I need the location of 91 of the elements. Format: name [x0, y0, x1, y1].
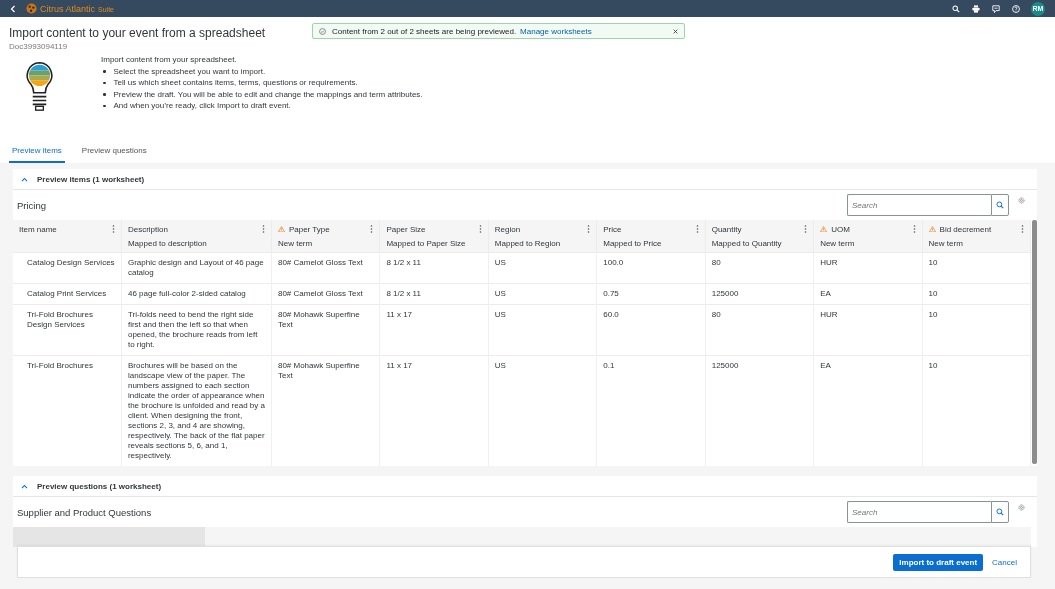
table-cell: 8 1/2 x 11 — [386, 289, 421, 298]
table-cell: 125000 — [711, 289, 739, 298]
intro-heading: Import content from your spreadsheet. — [101, 54, 238, 66]
collapse-icon[interactable] — [21, 483, 28, 489]
table-cell: 0.1 — [603, 361, 615, 370]
table-cell: 11 x 17 — [386, 310, 413, 319]
column-header[interactable]: Paper Type New term — [271, 220, 380, 253]
table-cell: US — [494, 289, 506, 298]
table-cell: 80 — [711, 310, 721, 319]
table-cell: Brochures will be based on the landscape view of the paper. The numbers assigned to each section indicate the order of appearance when the brochure is unfolded and read by a client. When designing the front, sections 2, 3, and 4 are showing, respectively. The back of the flat paper reveals sections 5, 6, and 1, respectively. — [127, 361, 265, 460]
table-cell: Tri-Fold Brochures Design Services — [27, 310, 93, 329]
table-title: Supplier and Product Questions — [17, 506, 153, 518]
table-cell: 0.75 — [603, 289, 619, 298]
column-header[interactable]: Item name — [13, 220, 122, 253]
table-cell: 125000 — [711, 361, 739, 370]
table-cell: Catalog Print Services — [27, 289, 107, 298]
close-icon[interactable] — [673, 28, 678, 34]
table-cell: 100.0 — [603, 258, 624, 267]
table-cell: US — [494, 310, 506, 319]
section-heading: Preview items (1 worksheet) — [37, 174, 145, 184]
table-cell: 10 — [928, 310, 938, 319]
column-header[interactable]: Quantity Mapped to Quantity — [705, 220, 814, 253]
table-cell: EA — [820, 361, 831, 370]
instruction-item: Tell us which sheet contains items, terms, questions or requirements. — [101, 77, 423, 89]
more-icon[interactable] — [1021, 225, 1024, 233]
more-icon[interactable] — [695, 225, 699, 233]
scrollbar[interactable] — [1032, 220, 1037, 464]
table-cell: 8 1/2 x 11 — [386, 258, 421, 267]
printer-icon[interactable] — [972, 4, 980, 13]
collapse-icon[interactable] — [21, 176, 28, 182]
column-header[interactable]: UOM New term — [813, 220, 923, 253]
page-title: Import content to your event from a spreadsheet — [9, 26, 266, 40]
column-header[interactable]: Paper Size Mapped to Paper Size — [379, 220, 489, 253]
document-id: Doc3993094119 — [9, 42, 68, 51]
lightbulb-icon — [25, 60, 54, 112]
table-cell: 80# Mohawk Superfine Text — [277, 361, 360, 380]
table-cell: US — [494, 361, 506, 370]
more-icon[interactable] — [370, 225, 374, 233]
table-cell: HUR — [820, 258, 838, 267]
search-icon[interactable] — [996, 508, 1004, 516]
table-cell: 80# Camelot Gloss Text — [277, 289, 363, 298]
chat-icon[interactable] — [992, 4, 1000, 13]
search-field[interactable]: Search — [847, 194, 991, 216]
help-icon[interactable] — [1012, 4, 1020, 13]
table-cell: Tri-folds need to bend the right side first and then the left so that when opened, the brochure reads from left to right. — [127, 310, 258, 349]
more-icon[interactable] — [111, 225, 115, 233]
search-button[interactable] — [991, 194, 1009, 216]
settings-icon[interactable] — [1018, 504, 1025, 511]
import-button[interactable]: Import to draft event — [893, 553, 984, 571]
table-cell: 46 page full-color 2-sided catalog — [127, 289, 246, 298]
table-cell: Graphic design and Layout of 46 page catalog — [127, 258, 264, 277]
tab[interactable]: Preview questions — [78, 143, 150, 163]
logo-icon — [26, 3, 37, 14]
table-cell: HUR — [820, 310, 838, 319]
more-icon[interactable] — [587, 225, 591, 233]
table-cell: 10 — [928, 361, 938, 370]
toast-text: Content from 2 out of 2 sheets are being previewed. — [332, 26, 517, 36]
more-icon[interactable] — [478, 225, 482, 233]
table-cell: Catalog Design Services — [27, 258, 115, 267]
manage-worksheets-link[interactable]: Manage worksheets — [520, 26, 592, 36]
brand-name: Citrus Atlantic — [40, 3, 96, 14]
back-icon[interactable] — [10, 4, 16, 13]
instruction-item: Select the spreadsheet you want to import. — [101, 65, 423, 77]
column-header[interactable]: Price Mapped to Price — [596, 220, 706, 253]
table-cell: 80# Camelot Gloss Text — [277, 258, 363, 267]
table-cell: Tri-Fold Brochures — [27, 361, 93, 370]
instruction-item: Preview the draft. You will be able to edit and change the mappings and term attributes. — [101, 88, 423, 100]
table-cell: 80 — [711, 258, 721, 267]
search-icon[interactable] — [996, 201, 1004, 209]
search-button[interactable] — [991, 501, 1009, 523]
search-icon[interactable] — [952, 4, 960, 13]
table-cell: US — [494, 258, 506, 267]
table-title: Pricing — [17, 199, 48, 211]
more-icon[interactable] — [261, 225, 265, 233]
table-cell: 80# Mohawk Superfine Text — [277, 310, 360, 329]
settings-icon[interactable] — [1018, 197, 1025, 204]
table-cell: EA — [820, 289, 831, 298]
cancel-button[interactable]: Cancel — [986, 556, 1023, 568]
search-field[interactable]: Search — [847, 501, 991, 523]
column-header[interactable]: Description Mapped to description — [121, 220, 272, 253]
table-cell: 10 — [928, 289, 938, 298]
more-icon[interactable] — [804, 225, 808, 233]
table-cell: 10 — [928, 258, 938, 267]
section-heading: Preview questions (1 worksheet) — [37, 481, 162, 491]
column-header[interactable]: Region Mapped to Region — [488, 220, 597, 253]
more-icon[interactable] — [912, 225, 916, 233]
table-cell: 11 x 17 — [386, 361, 413, 370]
column-header[interactable]: Bid decrement New term — [922, 220, 1031, 253]
success-icon — [319, 27, 326, 35]
instruction-item: And when you’re ready, click Import to draft event. — [101, 100, 423, 112]
table-cell: 60.0 — [603, 310, 619, 319]
